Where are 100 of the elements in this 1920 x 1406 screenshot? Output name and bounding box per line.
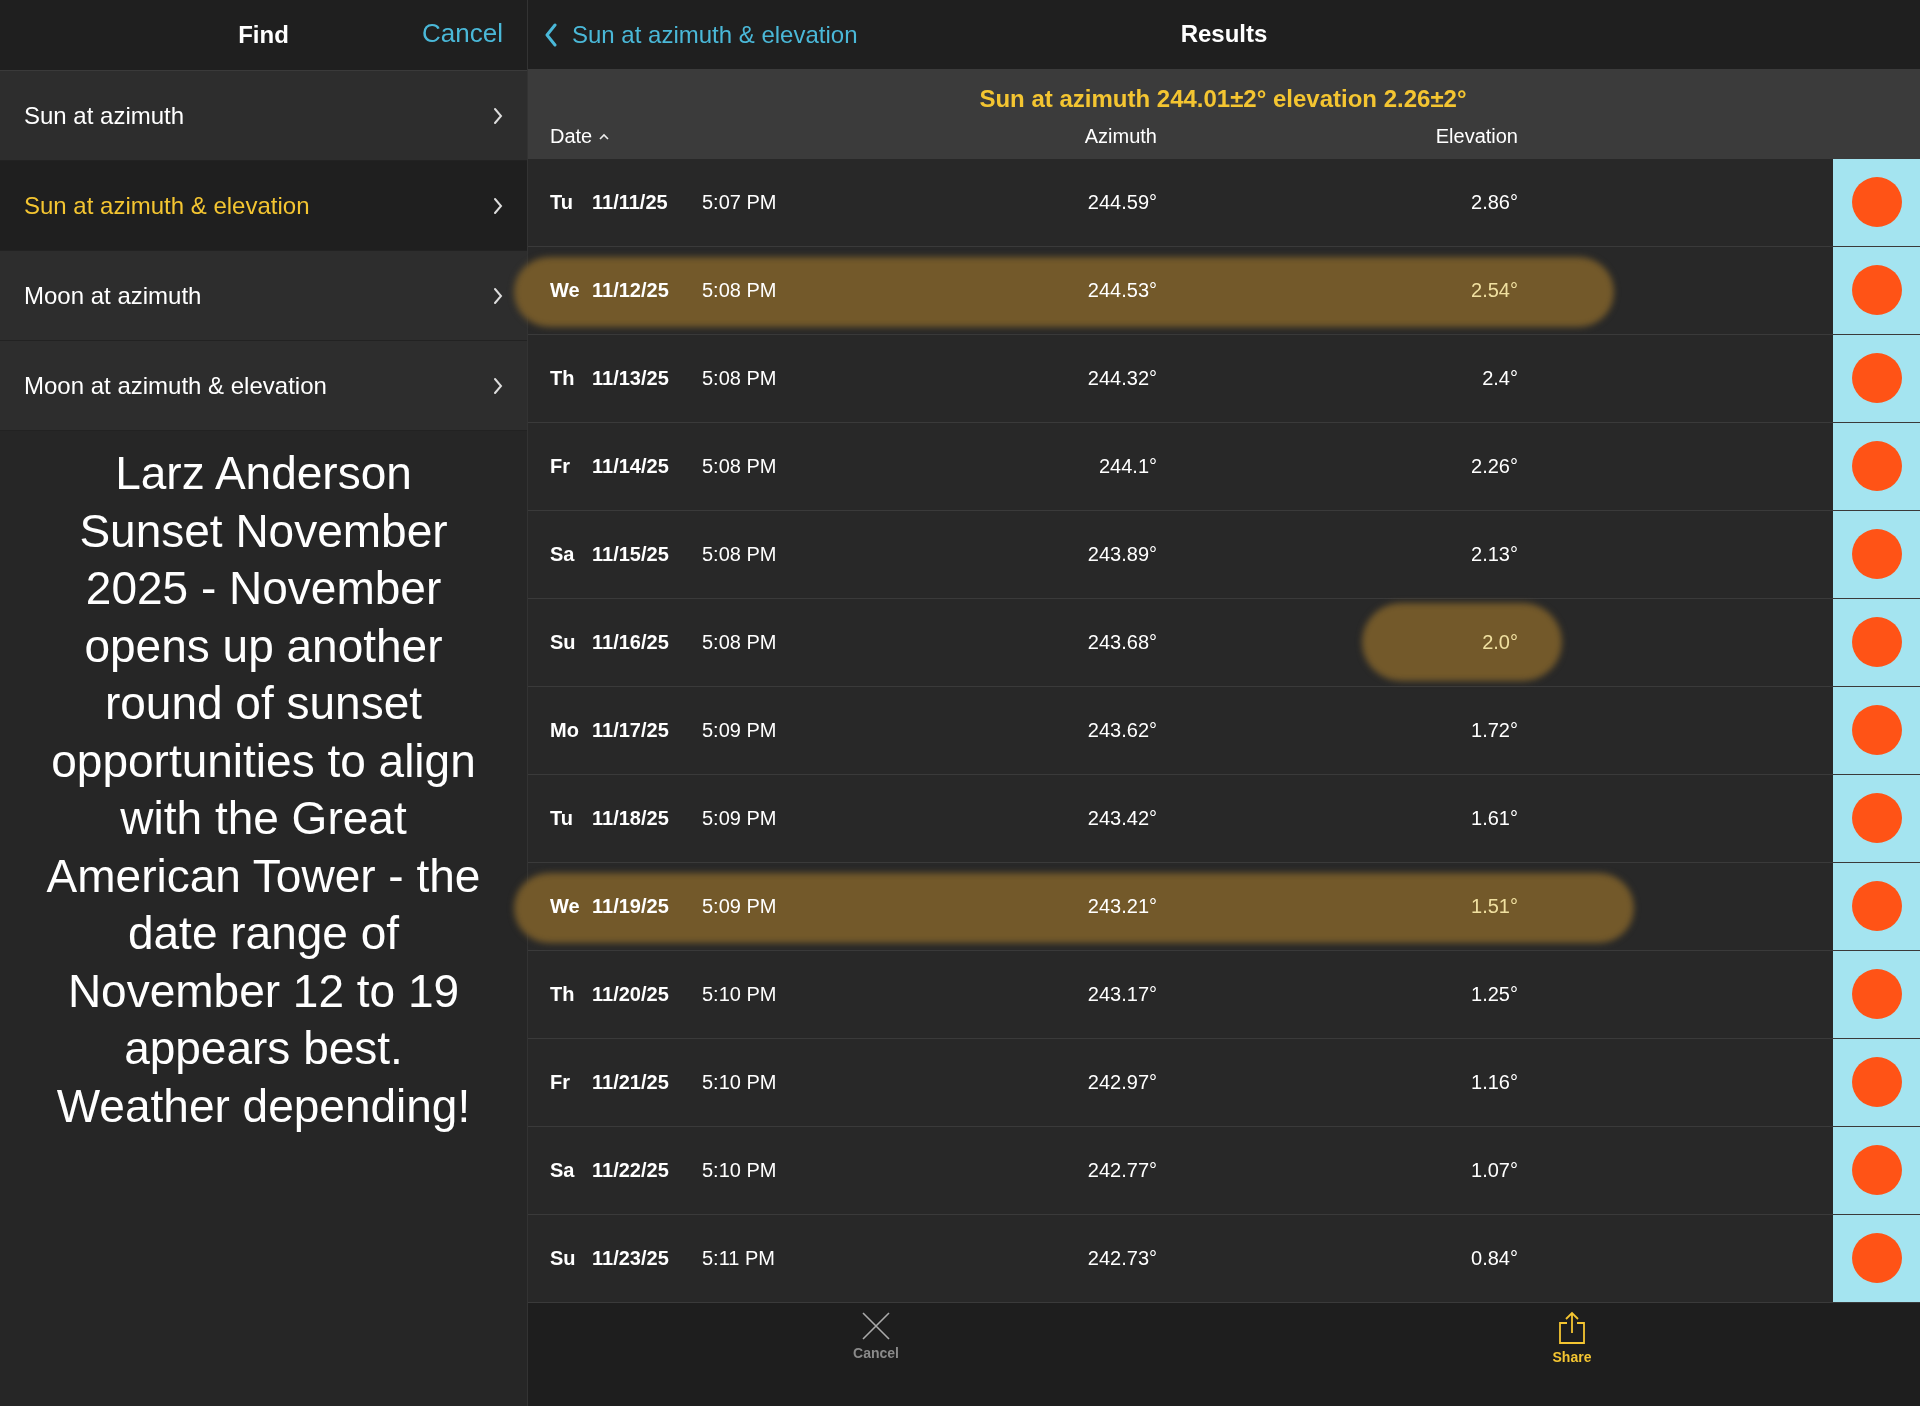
cancel-button[interactable]: Cancel [422, 18, 503, 49]
table-cell-text: 11/14/25 [592, 454, 670, 478]
table-cell-text: 5:07 PM [702, 190, 778, 214]
sun-dot-icon [1851, 969, 1902, 1020]
table-cell-text: Mo [550, 718, 580, 742]
sun-dot-icon [1851, 617, 1902, 668]
sun-dot-icon [1851, 1233, 1902, 1284]
sun-dot-icon [1851, 265, 1902, 316]
panel-title: Find [238, 21, 289, 49]
table-cell-text: Su [550, 630, 577, 654]
table-cell: 1.72° [1471, 718, 1518, 742]
table-cell-text: 11/19/25 [592, 894, 670, 918]
table-cell-text: Fr [550, 1070, 571, 1094]
table-cell: 2.4° [1482, 366, 1518, 390]
table-cell-text: 5:10 PM [702, 982, 778, 1006]
table-cell-text: 11/11/25 [592, 190, 669, 214]
table-cell: 2.54° [1471, 278, 1518, 302]
chevron-right-icon [493, 196, 503, 215]
chevron-right-icon [493, 106, 503, 125]
table-cell: 2.26° [1471, 454, 1518, 478]
table-cell: 1.07° [1471, 1158, 1518, 1182]
close-icon [861, 1310, 891, 1341]
table-cell-text: 242.77° [1086, 1158, 1157, 1182]
table-cell-text: 243.89° [1086, 542, 1157, 566]
menu-item[interactable]: Moon at azimuth [0, 251, 527, 341]
table-cell-text: 244.53° [1086, 278, 1157, 302]
sun-dot-icon [1851, 353, 1902, 404]
table-cell-text: Su [550, 1246, 577, 1270]
sun-dot-icon [1851, 441, 1902, 492]
table-cell-text: 244.59° [1086, 190, 1157, 214]
table-cell-text: 5:08 PM [702, 278, 778, 302]
table-cell-text: 5:10 PM [702, 1070, 778, 1094]
results-title: Results [1179, 20, 1269, 48]
chevron-right-icon [493, 376, 503, 395]
column-header: Elevation [1434, 124, 1518, 148]
table-cell-text: 243.42° [1086, 806, 1157, 830]
menu-item[interactable]: Sun at azimuth & elevation [0, 161, 527, 251]
menu-item[interactable]: Moon at azimuth & elevation [0, 341, 527, 431]
table-cell-text: 242.97° [1086, 1070, 1157, 1094]
table-cell-text: Th [550, 982, 576, 1006]
table-cell-text: Sa [550, 1158, 576, 1182]
chevron-left-icon [544, 22, 558, 47]
sun-dot-icon [1851, 881, 1902, 932]
table-cell-text: 243.17° [1086, 982, 1157, 1006]
table-cell-text: 5:08 PM [702, 454, 778, 478]
column-header: Azimuth [1083, 124, 1157, 148]
sun-dot-icon [1851, 1057, 1902, 1108]
table-cell-text: 244.32° [1086, 366, 1157, 390]
share-icon [1557, 1310, 1587, 1345]
table-cell-text: 11/17/25 [592, 718, 670, 742]
table-cell-text: 11/16/25 [592, 630, 670, 654]
sun-dot-icon [1851, 1145, 1902, 1196]
chevron-right-icon [493, 286, 503, 305]
back-button[interactable]: Sun at azimuth & elevation [544, 20, 858, 49]
sun-dot-icon [1851, 529, 1902, 580]
table-cell-text: 5:08 PM [702, 366, 778, 390]
table-cell: 1.25° [1471, 982, 1518, 1006]
table-cell: 1.51° [1471, 894, 1518, 918]
table-cell-text: 11/21/25 [592, 1070, 670, 1094]
table-cell-text: 11/15/25 [592, 542, 670, 566]
table-cell: 2.0° [1482, 630, 1518, 654]
table-cell-text: 243.21° [1086, 894, 1157, 918]
cancel-button[interactable]: Cancel [528, 1302, 1224, 1406]
table-cell: 0.84° [1471, 1246, 1518, 1270]
table-cell-text: 243.62° [1086, 718, 1157, 742]
table-cell-text: 5:11 PM [702, 1246, 776, 1270]
table-cell-text: 5:09 PM [702, 806, 778, 830]
table-cell-text: 11/18/25 [592, 806, 670, 830]
table-cell-text: Fr [550, 454, 571, 478]
table-cell-text: Th [550, 366, 576, 390]
sun-dot-icon [1851, 793, 1902, 844]
table-cell-text: 11/13/25 [592, 366, 670, 390]
table-cell-text: 243.68° [1086, 630, 1157, 654]
table-cell-text: 11/23/25 [592, 1246, 670, 1270]
table-cell-text: 11/20/25 [592, 982, 670, 1006]
menu-item[interactable]: Sun at azimuth [0, 71, 527, 161]
table-cell-text: We [550, 894, 581, 918]
sun-dot-icon [1851, 177, 1902, 228]
table-cell: 1.61° [1471, 806, 1518, 830]
table-cell-text: 5:08 PM [702, 542, 778, 566]
date-column-header[interactable]: Date [550, 124, 611, 148]
table-cell-text: 11/12/25 [592, 278, 670, 302]
table-cell: 1.16° [1471, 1070, 1518, 1094]
note-text: Larz Anderson Sunset November 2025 - November opens up another round of sunset opportunities to align with the Great American Tower - the date range of November 12 to 19 appears best. Weather depending! [45, 446, 482, 1134]
table-cell-text: 11/22/25 [592, 1158, 670, 1182]
table-cell-text: We [550, 278, 581, 302]
table-cell-text: Tu [550, 806, 574, 830]
table-cell-text: Tu [550, 190, 574, 214]
table-cell-text: Sa [550, 542, 576, 566]
query-summary: Sun at azimuth 244.01±2° elevation 2.26±2° [978, 84, 1468, 114]
table-cell-text: 5:09 PM [702, 718, 778, 742]
table-cell-text: 5:09 PM [702, 894, 778, 918]
sun-dot-icon [1851, 705, 1902, 756]
share-button[interactable]: Share [1224, 1302, 1920, 1406]
table-cell-text: 5:10 PM [702, 1158, 778, 1182]
table-cell-text: 242.73° [1086, 1246, 1157, 1270]
sort-ascending-icon [598, 132, 611, 141]
table-cell: 2.86° [1471, 190, 1518, 214]
table-cell-text: 244.1° [1097, 454, 1157, 478]
table-cell: 2.13° [1471, 542, 1518, 566]
